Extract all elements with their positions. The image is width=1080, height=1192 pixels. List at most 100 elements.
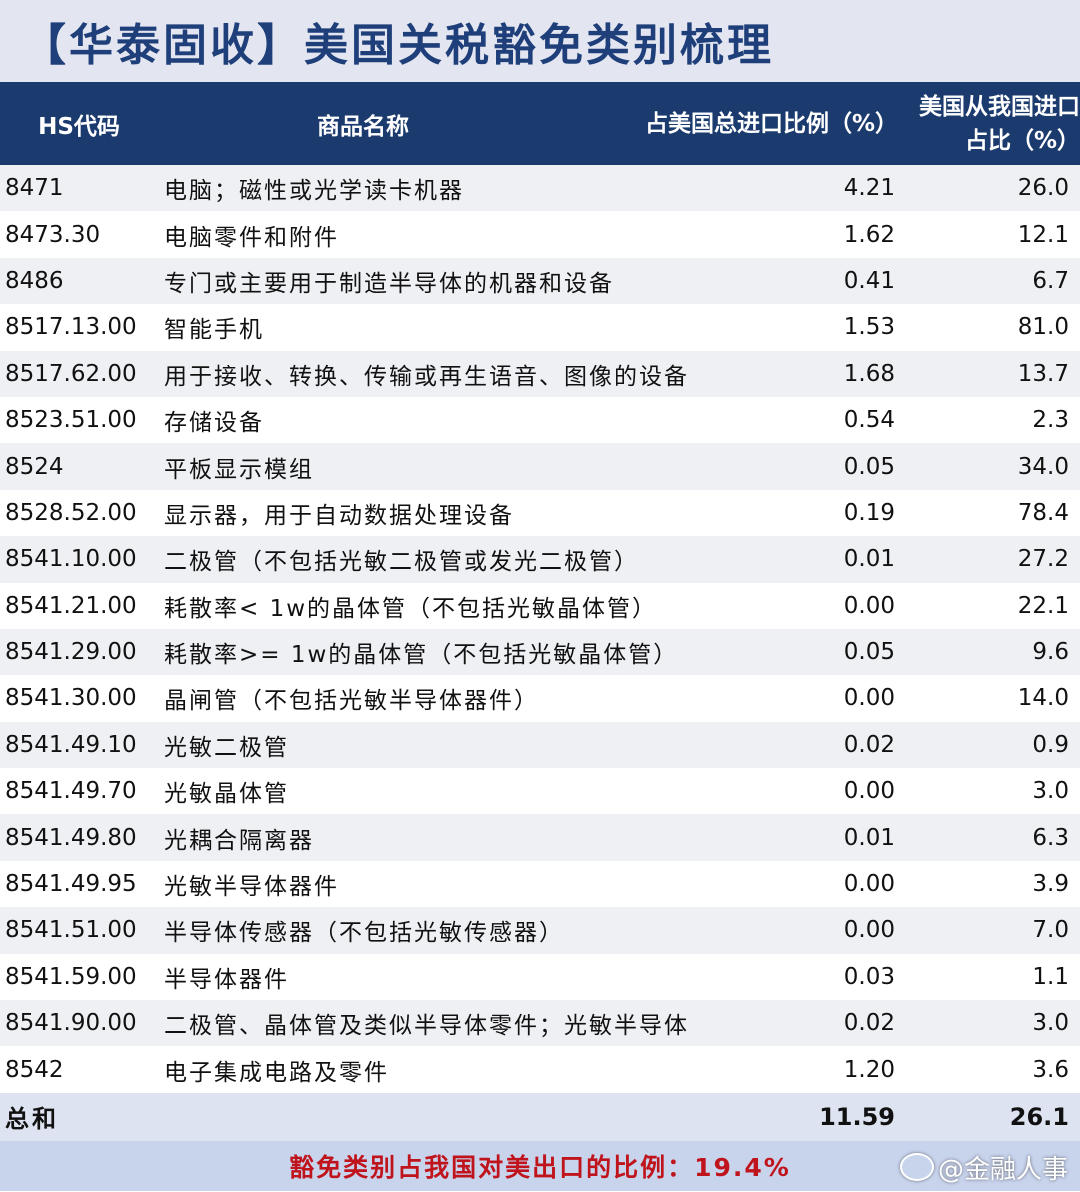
row-product-name: 耗散率< 1w的晶体管（不包括光敏晶体管） — [160, 589, 730, 623]
row-share-us-imports: 0.05 — [730, 454, 895, 480]
row-share-from-china: 9.6 — [895, 639, 1075, 665]
row-share-us-imports: 1.20 — [730, 1057, 895, 1083]
footer-text: 豁免类别占我国对美出口的比例：19.4% — [289, 1148, 791, 1184]
table-row: 8517.13.00智能手机1.5381.0 — [0, 304, 1080, 350]
row-share-us-imports: 0.41 — [730, 268, 895, 294]
row-share-from-china: 22.1 — [895, 593, 1075, 619]
table-row: 8541.59.00半导体器件0.031.1 — [0, 954, 1080, 1000]
row-share-from-china: 0.9 — [895, 732, 1075, 758]
row-product-name: 光耦合隔离器 — [160, 821, 730, 855]
table-row: 8528.52.00显示器，用于自动数据处理设备0.1978.4 — [0, 490, 1080, 536]
row-hs-code: 8541.49.10 — [0, 732, 160, 758]
row-hs-code: 8541.49.80 — [0, 825, 160, 851]
row-share-us-imports: 0.01 — [730, 546, 895, 572]
row-product-name: 电脑；磁性或光学读卡机器 — [160, 171, 730, 205]
row-product-name: 光敏半导体器件 — [160, 867, 730, 901]
row-share-from-china: 12.1 — [895, 222, 1075, 248]
row-share-from-china: 3.9 — [895, 871, 1075, 897]
row-hs-code: 8541.59.00 — [0, 964, 160, 990]
row-share-us-imports: 0.19 — [730, 500, 895, 526]
weibo-icon — [900, 1153, 934, 1181]
table-row: 8541.29.00耗散率>= 1w的晶体管（不包括光敏晶体管）0.059.6 — [0, 629, 1080, 675]
footer-summary: 豁免类别占我国对美出口的比例：19.4% @金融人事 — [0, 1141, 1080, 1191]
header-product-name: 商品名称 — [158, 107, 568, 141]
row-share-from-china: 1.1 — [895, 964, 1075, 990]
table-row: 8523.51.00存储设备0.542.3 — [0, 397, 1080, 443]
row-product-name: 晶闸管（不包括光敏半导体器件） — [160, 681, 730, 715]
table-row: 8524平板显示模组0.0534.0 — [0, 443, 1080, 489]
table-header: HS代码 商品名称 占美国总进口比例（%） 美国从我国进口占比（%） — [0, 82, 1080, 165]
row-share-from-china: 6.7 — [895, 268, 1075, 294]
row-share-us-imports: 0.05 — [730, 639, 895, 665]
table-row: 8541.49.80光耦合隔离器0.016.3 — [0, 814, 1080, 860]
row-hs-code: 8541.49.95 — [0, 871, 160, 897]
row-share-from-china: 3.0 — [895, 778, 1075, 804]
row-share-from-china: 27.2 — [895, 546, 1075, 572]
table-body: 8471电脑；磁性或光学读卡机器4.2126.08473.30电脑零件和附件1.… — [0, 165, 1080, 1093]
row-share-us-imports: 1.62 — [730, 222, 895, 248]
header-hs-code: HS代码 — [0, 107, 158, 141]
row-share-us-imports: 0.01 — [730, 825, 895, 851]
row-hs-code: 8517.13.00 — [0, 314, 160, 340]
row-hs-code: 8542 — [0, 1057, 160, 1083]
row-share-from-china: 34.0 — [895, 454, 1075, 480]
page-title: 【华泰固收】美国关税豁免类别梳理 — [22, 9, 774, 73]
row-product-name: 光敏二极管 — [160, 728, 730, 762]
row-share-us-imports: 0.00 — [730, 917, 895, 943]
row-share-from-china: 13.7 — [895, 361, 1075, 387]
row-product-name: 平板显示模组 — [160, 450, 730, 484]
total-share-us-imports: 11.59 — [730, 1103, 895, 1131]
row-share-from-china: 26.0 — [895, 175, 1075, 201]
table-row: 8542电子集成电路及零件1.203.6 — [0, 1046, 1080, 1092]
table-row: 8541.30.00晶闸管（不包括光敏半导体器件）0.0014.0 — [0, 675, 1080, 721]
row-share-us-imports: 0.00 — [730, 685, 895, 711]
row-hs-code: 8473.30 — [0, 222, 160, 248]
table-row: 8541.21.00耗散率< 1w的晶体管（不包括光敏晶体管）0.0022.1 — [0, 583, 1080, 629]
row-product-name: 半导体器件 — [160, 960, 730, 994]
row-hs-code: 8471 — [0, 175, 160, 201]
row-product-name: 二极管（不包括光敏二极管或发光二极管） — [160, 542, 730, 576]
row-hs-code: 8528.52.00 — [0, 500, 160, 526]
row-product-name: 电子集成电路及零件 — [160, 1053, 730, 1087]
row-product-name: 半导体传感器（不包括光敏传感器） — [160, 913, 730, 947]
table-row: 8541.49.70光敏晶体管0.003.0 — [0, 768, 1080, 814]
row-hs-code: 8541.10.00 — [0, 546, 160, 572]
table-row: 8486专门或主要用于制造半导体的机器和设备0.416.7 — [0, 258, 1080, 304]
row-product-name: 电脑零件和附件 — [160, 218, 730, 252]
row-share-from-china: 3.0 — [895, 1010, 1075, 1036]
row-share-from-china: 2.3 — [895, 407, 1075, 433]
table-row: 8471电脑；磁性或光学读卡机器4.2126.0 — [0, 165, 1080, 211]
row-hs-code: 8541.51.00 — [0, 917, 160, 943]
row-share-us-imports: 0.02 — [730, 732, 895, 758]
row-share-us-imports: 1.53 — [730, 314, 895, 340]
row-share-us-imports: 0.54 — [730, 407, 895, 433]
row-hs-code: 8541.29.00 — [0, 639, 160, 665]
row-product-name: 二极管、晶体管及类似半导体零件；光敏半导体 — [160, 1006, 730, 1040]
row-share-us-imports: 0.00 — [730, 871, 895, 897]
row-hs-code: 8541.21.00 — [0, 593, 160, 619]
row-product-name: 存储设备 — [160, 403, 730, 437]
row-hs-code: 8486 — [0, 268, 160, 294]
header-share-from-china: 美国从我国进口占比（%） — [904, 90, 1080, 158]
table-row: 8541.51.00半导体传感器（不包括光敏传感器）0.007.0 — [0, 907, 1080, 953]
row-share-from-china: 7.0 — [895, 917, 1075, 943]
row-product-name: 智能手机 — [160, 310, 730, 344]
row-share-us-imports: 0.03 — [730, 964, 895, 990]
row-share-us-imports: 1.68 — [730, 361, 895, 387]
row-product-name: 专门或主要用于制造半导体的机器和设备 — [160, 264, 730, 298]
row-hs-code: 8541.90.00 — [0, 1010, 160, 1036]
title-bar: 【华泰固收】美国关税豁免类别梳理 — [0, 0, 1080, 82]
total-label: 总和 — [0, 1099, 160, 1134]
table-row: 8541.49.10光敏二极管0.020.9 — [0, 722, 1080, 768]
row-share-from-china: 3.6 — [895, 1057, 1075, 1083]
table-row: 8517.62.00用于接收、转换、传输或再生语音、图像的设备1.6813.7 — [0, 351, 1080, 397]
watermark-text: @金融人事 — [938, 1149, 1068, 1186]
header-share-us-imports: 占美国总进口比例（%） — [568, 107, 904, 141]
row-hs-code: 8524 — [0, 454, 160, 480]
table-row: 8541.10.00二极管（不包括光敏二极管或发光二极管）0.0127.2 — [0, 536, 1080, 582]
row-share-us-imports: 0.00 — [730, 778, 895, 804]
row-share-us-imports: 4.21 — [730, 175, 895, 201]
row-share-from-china: 78.4 — [895, 500, 1075, 526]
row-share-us-imports: 0.00 — [730, 593, 895, 619]
table-row: 8541.49.95光敏半导体器件0.003.9 — [0, 861, 1080, 907]
